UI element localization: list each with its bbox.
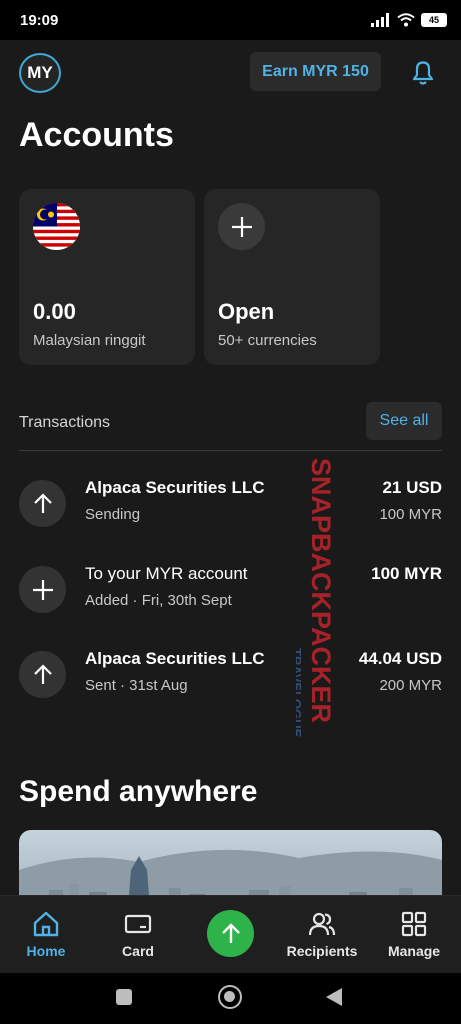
arrow-up-icon [221,922,240,943]
transaction-amount: 21 USD [382,478,442,497]
bottom-navigation: Home Card Recipients Manage [0,895,461,973]
transaction-title: To your MYR account [85,564,248,583]
transaction-status: Sending [85,506,141,523]
app-screen: MY Earn MYR 150 Accounts 0.00 Malaysian … [0,40,461,895]
profile-avatar[interactable]: MY [19,53,61,93]
earn-referral-button[interactable]: Earn MYR 150 [250,52,381,91]
spend-anywhere-banner[interactable] [19,830,442,895]
nav-card-label: Card [122,943,154,959]
system-home-icon[interactable] [218,985,242,1009]
nav-home-label: Home [26,943,66,959]
nav-card[interactable]: Card [98,896,178,974]
home-icon [33,911,59,937]
status-bar: 19:09 45 [0,0,461,40]
city-skyline-image [19,849,442,895]
recipients-icon [308,912,336,936]
transaction-title: Alpaca Securities LLC [85,649,265,668]
see-all-button[interactable]: See all [366,402,442,440]
transaction-row[interactable]: Alpaca Securities LLC Sent · 31st Aug 44… [19,647,442,709]
plus-icon [19,566,66,613]
watermark-brand: SNAPBACKPACKER [306,458,336,723]
watermark-tagline: TRAVELOGUE [296,648,304,738]
recent-apps-icon[interactable] [116,989,132,1005]
transaction-status: Sent · 31st Aug [85,677,188,694]
system-navigation-bar [0,973,461,1024]
transaction-status: Added · Fri, 30th Sept [85,592,232,609]
back-icon[interactable] [326,988,342,1006]
grid-icon [401,911,427,937]
nav-recipients-label: Recipients [286,943,358,959]
open-account-label: Open [218,299,275,324]
send-money-button[interactable] [207,910,254,957]
arrow-up-icon [19,480,66,527]
transaction-row[interactable]: Alpaca Securities LLC Sending 21 USD 100… [19,476,442,538]
transaction-source-amount: 100 MYR [379,506,442,523]
status-time: 19:09 [20,12,59,29]
plus-icon [218,203,265,250]
open-account-card[interactable]: Open 50+ currencies [204,189,380,365]
transaction-amount: 44.04 USD [358,649,442,668]
transaction-row[interactable]: To your MYR account Added · Fri, 30th Se… [19,562,442,624]
transactions-heading: Transactions [19,414,110,431]
malaysia-flag-icon [33,203,80,250]
nav-manage[interactable]: Manage [374,896,454,974]
arrow-up-icon [19,651,66,698]
wifi-icon [397,13,415,27]
account-currency-name: Malaysian ringgit [33,332,146,349]
spend-anywhere-heading: Spend anywhere [19,775,258,808]
notifications-bell-icon[interactable] [408,57,438,87]
transaction-title: Alpaca Securities LLC [85,478,265,497]
account-card-myr[interactable]: 0.00 Malaysian ringgit [19,189,195,365]
transaction-source-amount: 200 MYR [379,677,442,694]
snapbackpacker-watermark: SNAPBACKPACKER TRAVELOGUE [296,458,336,738]
page-title: Accounts [19,116,174,154]
card-icon [124,914,152,934]
nav-recipients[interactable]: Recipients [282,896,362,974]
nav-home[interactable]: Home [6,896,86,974]
signal-icon [371,13,389,27]
account-balance: 0.00 [33,299,76,324]
battery-icon: 45 [421,13,447,27]
divider [19,450,442,451]
status-icons: 45 [371,13,447,27]
nav-manage-label: Manage [387,943,441,959]
open-account-subtitle: 50+ currencies [218,332,317,349]
transaction-amount: 100 MYR [371,564,442,583]
